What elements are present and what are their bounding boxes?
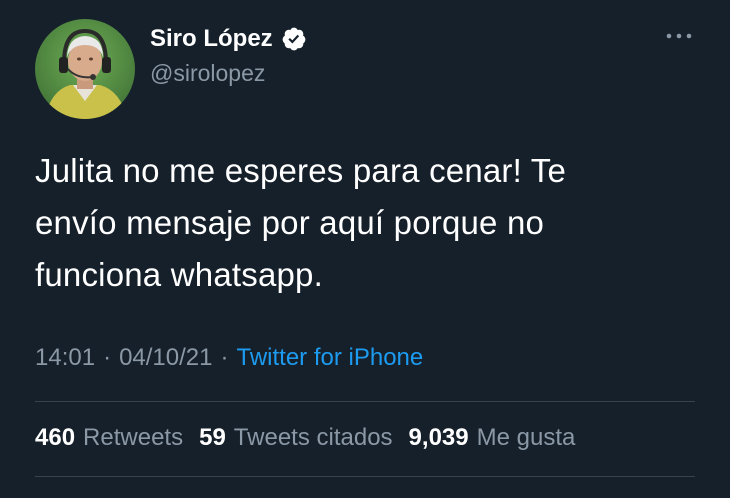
tweet-text: Julita no me esperes para cenar! Te enví… xyxy=(35,152,567,293)
meta-separator: · xyxy=(220,344,229,371)
author-display-name[interactable]: Siro López xyxy=(150,25,273,53)
tweet-date[interactable]: 04/10/21 xyxy=(119,344,212,372)
likes-label: Me gusta xyxy=(476,424,576,451)
quote-tweets-count: 59 xyxy=(199,424,226,451)
verified-badge-icon xyxy=(281,26,307,52)
avatar[interactable] xyxy=(35,19,135,119)
avatar-photo xyxy=(35,19,135,119)
quote-tweets-stat[interactable]: 59 Tweets citados xyxy=(199,424,392,452)
divider xyxy=(35,401,695,402)
retweets-label: Retweets xyxy=(83,424,184,451)
retweets-stat[interactable]: 460 Retweets xyxy=(35,424,183,452)
retweets-count: 460 xyxy=(35,424,76,451)
quote-tweets-label: Tweets citados xyxy=(233,424,393,451)
likes-stat[interactable]: 9,039 Me gusta xyxy=(409,424,576,452)
more-options-icon[interactable] xyxy=(664,26,694,46)
author-handle[interactable]: @sirolopez xyxy=(150,60,265,87)
tweet-card: Siro López @sirolopez Julita no me esper… xyxy=(0,0,730,498)
tweet-stats: 460 Retweets 59 Tweets citados 9,039 Me … xyxy=(35,424,591,452)
tweet-meta: 14:01 · 04/10/21 · Twitter for iPhone xyxy=(35,344,423,372)
tweet-time[interactable]: 14:01 xyxy=(35,344,95,372)
likes-count: 9,039 xyxy=(408,424,469,451)
meta-separator: · xyxy=(103,344,112,371)
author-name-row: Siro López xyxy=(150,24,307,54)
divider xyxy=(35,476,695,477)
tweet-source-link[interactable]: Twitter for iPhone xyxy=(236,344,423,372)
